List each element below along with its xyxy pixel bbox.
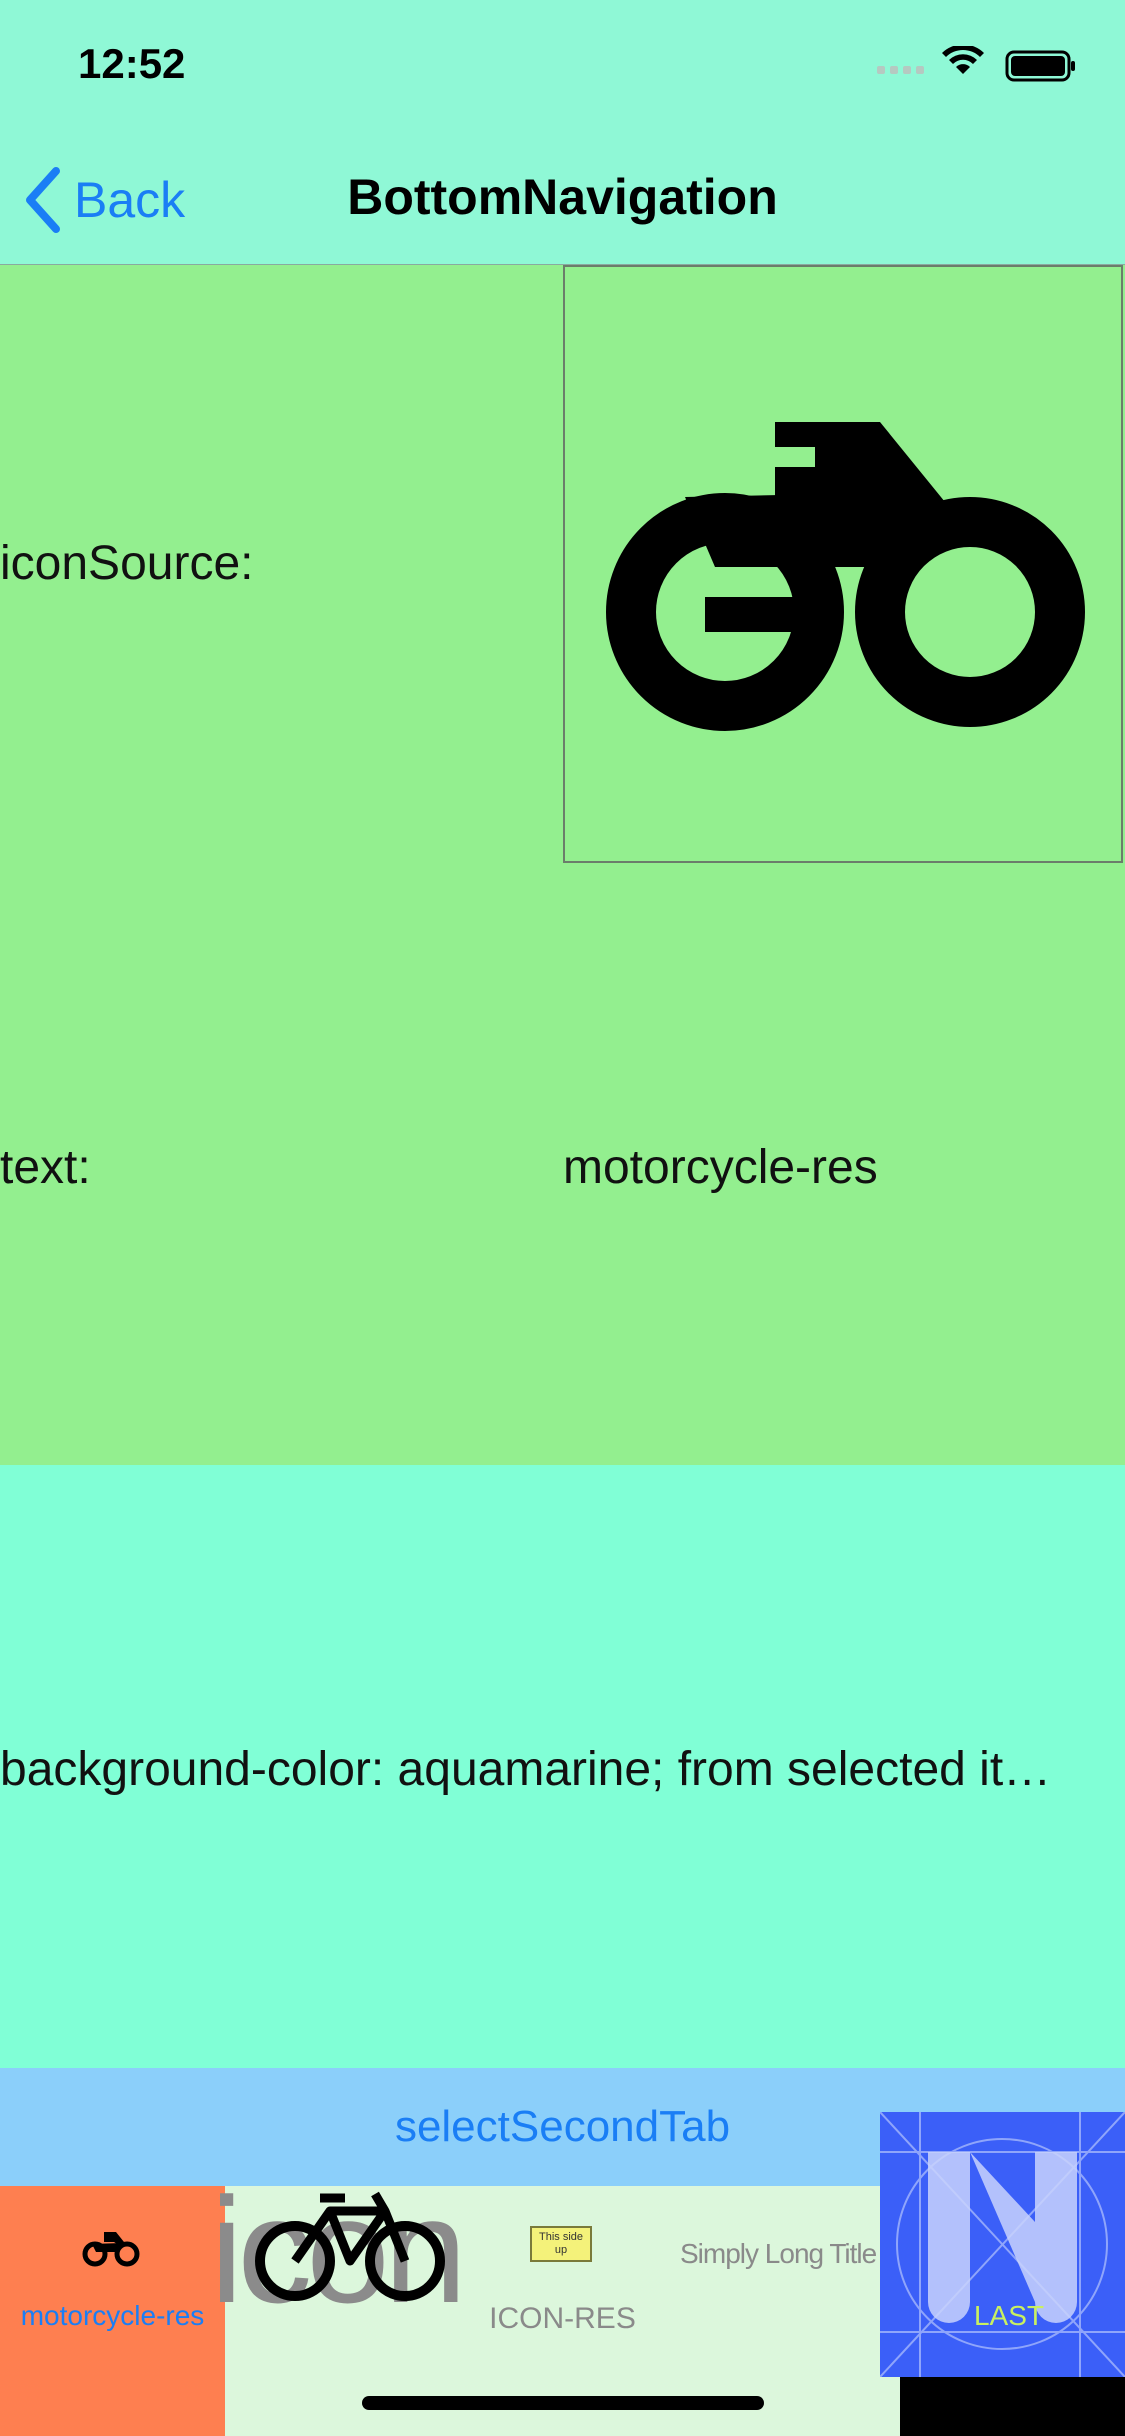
home-indicator[interactable] bbox=[362, 2396, 764, 2410]
chevron-left-icon bbox=[26, 167, 60, 233]
tab-label-motorcycle-res: motorcycle-res bbox=[20, 2300, 205, 2331]
tab-icon-res[interactable]: This side up bbox=[470, 2186, 655, 2376]
text-value: motorcycle-res bbox=[563, 1141, 878, 1194]
tab-label-simply-long-title: Simply Long Title bbox=[680, 2238, 877, 2269]
bicycle-icon bbox=[255, 2191, 445, 2301]
nativescript-logo bbox=[880, 2112, 1125, 2377]
tab-simply-long-title[interactable] bbox=[655, 2186, 880, 2376]
tab-icon[interactable]: icon bbox=[210, 2175, 470, 2376]
tab-label-icon-res: ICON-RES bbox=[489, 2302, 636, 2335]
back-button[interactable]: Back bbox=[22, 160, 185, 240]
tab-label-last: LAST bbox=[973, 2300, 1045, 2331]
status-time: 12:52 bbox=[78, 40, 186, 87]
bottom-corner-block bbox=[900, 2377, 1125, 2436]
background-color-text: background-color: aquamarine; from selec… bbox=[0, 1743, 1052, 1796]
status-icons bbox=[877, 46, 1075, 82]
icon-source-label: iconSource: bbox=[0, 537, 254, 590]
text-label: text: bbox=[0, 1141, 91, 1194]
wifi-icon bbox=[942, 46, 984, 74]
battery-icon bbox=[1005, 50, 1075, 82]
motorcycle-icon bbox=[606, 422, 1085, 731]
tab-last[interactable] bbox=[880, 2112, 1125, 2377]
back-label: Back bbox=[74, 172, 186, 228]
this-side-up-icon: This side up bbox=[530, 2226, 592, 2262]
motorcycle-icon bbox=[82, 2232, 140, 2267]
icon-source-image bbox=[563, 265, 1123, 863]
cellular-signal-icon bbox=[877, 66, 924, 74]
